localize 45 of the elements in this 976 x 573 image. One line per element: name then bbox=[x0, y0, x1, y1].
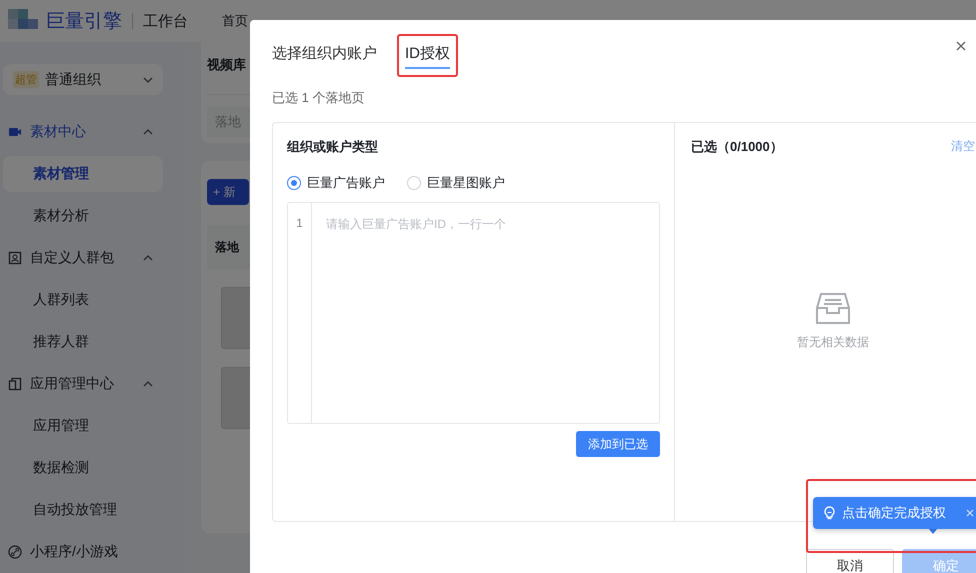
nav-link[interactable]: 首页 bbox=[222, 12, 248, 30]
sidebar-item[interactable]: 素材管理 bbox=[3, 156, 163, 192]
chevron-up-icon[interactable] bbox=[143, 253, 153, 263]
close-icon[interactable] bbox=[956, 41, 966, 51]
section-title: 组织或账户类型 bbox=[287, 138, 379, 156]
new-button[interactable]: + 新 bbox=[207, 179, 250, 205]
video-icon bbox=[8, 125, 22, 139]
sidebar-item[interactable]: 数据检测 bbox=[3, 450, 163, 486]
sidebar-group[interactable]: 自定义人群包 bbox=[0, 237, 173, 279]
role-badge: 超管 bbox=[13, 71, 39, 88]
link-icon bbox=[8, 545, 22, 559]
brand-name: 巨量引擎 bbox=[46, 10, 122, 34]
inbox-icon bbox=[815, 292, 851, 326]
sidebar-group[interactable]: 素材中心 bbox=[0, 111, 173, 153]
empty-message: 暂无相关数据 bbox=[797, 334, 869, 350]
sidebar-item[interactable]: 自动投放管理 bbox=[3, 492, 163, 528]
cancel-button[interactable]: 取消 bbox=[806, 549, 894, 573]
add-button[interactable]: 添加到已选 bbox=[576, 431, 660, 457]
sidebar-item[interactable]: 人群列表 bbox=[3, 282, 163, 318]
selected-count: 已选（0/1000） bbox=[691, 138, 783, 156]
sidebar-item[interactable]: 素材分析 bbox=[3, 198, 163, 234]
selection-summary: 已选 1 个落地页 bbox=[272, 89, 366, 107]
tab[interactable]: 选择组织内账户 bbox=[272, 42, 389, 69]
sidebar-group[interactable]: 小程序/小游戏 bbox=[0, 531, 173, 573]
devices-icon bbox=[8, 377, 22, 391]
sidebar-group[interactable]: 应用管理中心 bbox=[0, 363, 173, 405]
id-input-field[interactable]: 请输入巨量广告账户ID，一行一个 bbox=[312, 203, 659, 423]
code-editor[interactable]: 1 请输入巨量广告账户ID，一行一个 bbox=[287, 202, 660, 424]
radio-button[interactable] bbox=[287, 176, 301, 190]
portrait-icon bbox=[8, 251, 22, 265]
tab[interactable]: ID授权 bbox=[405, 42, 450, 69]
org-name: 普通组织 bbox=[45, 70, 102, 88]
line-number: 1 bbox=[288, 203, 312, 423]
chevron-down-icon[interactable] bbox=[143, 74, 153, 84]
tooltip-text: 点击确定完成授权 bbox=[842, 504, 946, 522]
lightbulb-icon bbox=[823, 506, 836, 520]
sidebar-item[interactable]: 应用管理 bbox=[3, 408, 163, 444]
sidebar-item[interactable]: 推荐人群 bbox=[3, 324, 163, 360]
clear-link[interactable]: 清空 bbox=[951, 138, 975, 156]
chevron-up-icon[interactable] bbox=[143, 127, 153, 137]
product-name: 工作台 bbox=[143, 12, 188, 30]
radio-label[interactable]: 巨量广告账户 bbox=[307, 174, 385, 192]
radio-label[interactable]: 巨量星图账户 bbox=[427, 174, 505, 192]
chevron-up-icon[interactable] bbox=[143, 379, 153, 389]
org-selector[interactable]: 超管 普通组织 bbox=[3, 64, 163, 95]
